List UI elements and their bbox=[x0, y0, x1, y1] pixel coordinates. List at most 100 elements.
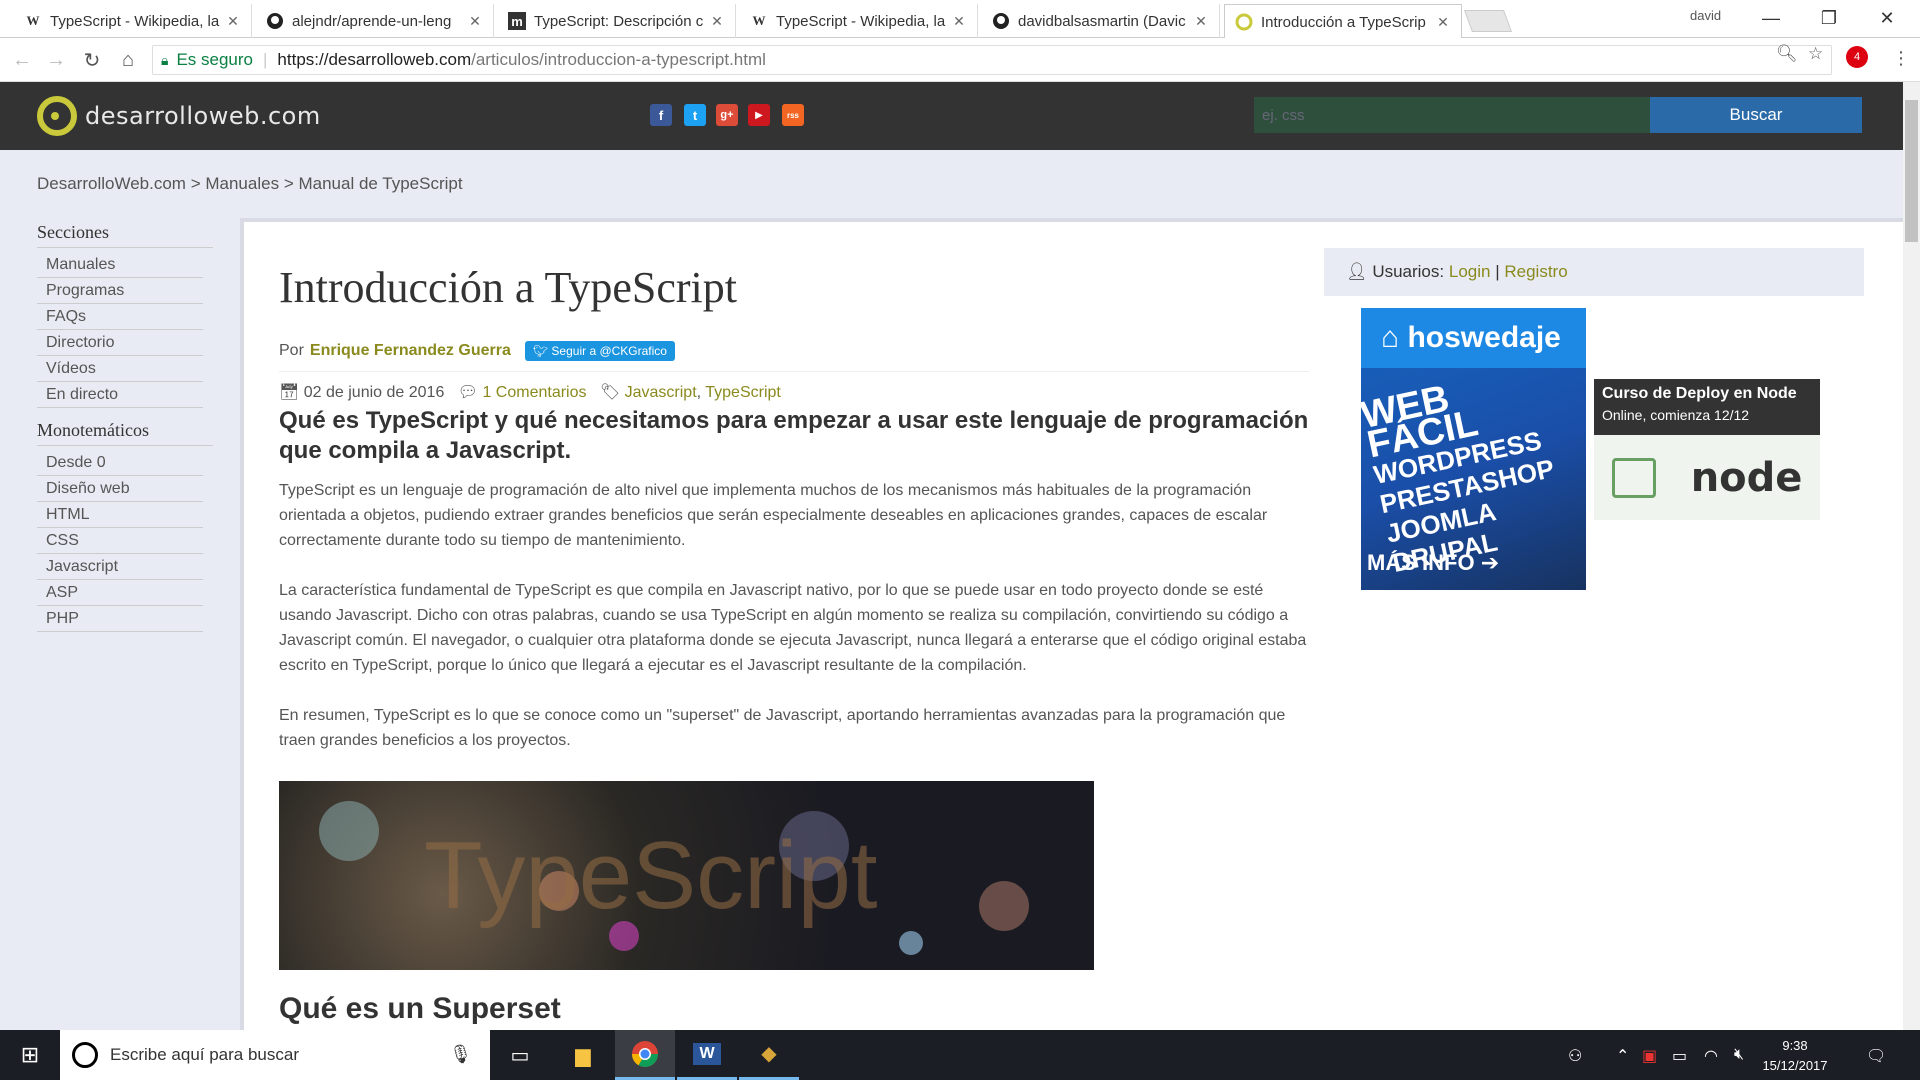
site-search-input[interactable] bbox=[1254, 97, 1650, 133]
windows-start-icon[interactable]: ⊞ bbox=[0, 1030, 60, 1080]
node-course-ad[interactable]: Curso de Deploy en Node Online, comienza… bbox=[1594, 379, 1820, 520]
menu-icon[interactable]: ⋮ bbox=[1892, 48, 1910, 69]
tab-typescript-desc[interactable]: m TypeScript: Descripción c ✕ bbox=[498, 4, 736, 38]
chrome-icon[interactable] bbox=[615, 1030, 675, 1080]
tab-github-user[interactable]: davidbalsasmartin (Davic ✕ bbox=[982, 4, 1220, 38]
site-logo[interactable]: desarrolloweb.com bbox=[37, 96, 321, 136]
tab-github-repo[interactable]: alejndr/aprende-un-leng ✕ bbox=[256, 4, 494, 38]
home-icon[interactable]: ⌂ bbox=[114, 46, 142, 74]
ad-brand: ⌂ hoswedaje bbox=[1361, 308, 1586, 368]
github-icon bbox=[992, 12, 1010, 30]
breadcrumb-separator: > bbox=[190, 174, 206, 193]
comments-link[interactable]: 1 Comentarios bbox=[482, 384, 586, 401]
microphone-icon[interactable]: 🎙︎ bbox=[449, 1044, 472, 1065]
hosting-ad-banner[interactable]: ⌂ hoswedaje WEB FÁCIL WORDPRESS PRESTASH… bbox=[1361, 308, 1586, 590]
tab-title: alejndr/aprende-un-leng bbox=[292, 12, 452, 30]
follow-label: Seguir a @CKGrafico bbox=[551, 344, 667, 358]
twitter-icon[interactable]: t bbox=[684, 104, 706, 126]
system-clock[interactable]: 9:38 15/12/2017 bbox=[1760, 1036, 1830, 1076]
volume-muted-icon[interactable]: 🔇︎ bbox=[1734, 1046, 1744, 1064]
tag-javascript[interactable]: Javascript bbox=[625, 384, 697, 401]
notification-icon[interactable]: 🗨︎ bbox=[1866, 1046, 1886, 1066]
forward-icon[interactable]: → bbox=[42, 46, 70, 74]
zoom-icon[interactable]: 🔍︎ bbox=[1776, 44, 1798, 64]
breadcrumb-home[interactable]: DesarrolloWeb.com bbox=[37, 174, 186, 193]
breadcrumb: DesarrolloWeb.com > Manuales > Manual de… bbox=[37, 174, 463, 194]
breadcrumb-manuales[interactable]: Manuales bbox=[205, 174, 279, 193]
antivirus-icon[interactable]: ▣ bbox=[1642, 1046, 1657, 1066]
ad-lines: WEB FÁCIL WORDPRESS PRESTASHOP JOOMLA DR… bbox=[1361, 358, 1586, 578]
back-icon[interactable]: ← bbox=[8, 46, 36, 74]
article-date: 02 de junio de 2016 bbox=[303, 384, 445, 401]
paragraph: TypeScript es un lenguaje de programació… bbox=[279, 482, 1268, 549]
users-box: 👤︎ Usuarios: Login | Registro bbox=[1324, 248, 1864, 296]
close-icon[interactable]: ✕ bbox=[225, 13, 241, 30]
tab-active-introduccion[interactable]: Introducción a TypeScrip ✕ bbox=[1224, 4, 1462, 39]
close-icon[interactable]: ✕ bbox=[467, 13, 483, 30]
scrollbar-thumb[interactable] bbox=[1905, 100, 1918, 242]
googleplus-icon[interactable]: g+ bbox=[716, 104, 738, 126]
cortana-icon bbox=[72, 1042, 98, 1068]
ad-header: Curso de Deploy en Node Online, comienza… bbox=[1594, 379, 1820, 435]
tag-typescript[interactable]: TypeScript bbox=[705, 384, 781, 401]
sidebar-item-diseno-web[interactable]: Diseño web bbox=[37, 476, 203, 502]
sidebar-item-directorio[interactable]: Directorio bbox=[37, 330, 203, 356]
close-window-icon[interactable]: ✕ bbox=[1864, 4, 1910, 32]
close-icon[interactable]: ✕ bbox=[1435, 14, 1451, 31]
sidebar-item-videos[interactable]: Vídeos bbox=[37, 356, 203, 382]
youtube-icon[interactable]: ▶ bbox=[748, 104, 770, 126]
close-icon[interactable]: ✕ bbox=[951, 13, 967, 30]
by-label: Por bbox=[279, 342, 304, 359]
sidebar-item-javascript[interactable]: Javascript bbox=[37, 554, 203, 580]
author-link[interactable]: Enrique Fernandez Guerra bbox=[310, 342, 511, 360]
ad-subtitle: Online, comienza 12/12 bbox=[1602, 407, 1750, 423]
sidebar-item-faqs[interactable]: FAQs bbox=[37, 304, 203, 330]
tab-title: TypeScript: Descripción c bbox=[534, 12, 704, 30]
bookmark-star-icon[interactable]: ☆ bbox=[1808, 44, 1823, 64]
breadcrumb-manual[interactable]: Manual de TypeScript bbox=[298, 174, 462, 193]
twitter-follow-button[interactable]: 🐦︎ Seguir a @CKGrafico bbox=[524, 341, 675, 361]
search-placeholder: Escribe aquí para buscar bbox=[110, 1045, 299, 1064]
file-explorer-icon[interactable]: ▆ bbox=[553, 1030, 613, 1080]
sidebar-item-php[interactable]: PHP bbox=[37, 606, 203, 632]
ad-more-info[interactable]: MÁS INFO ➔ bbox=[1367, 550, 1499, 576]
sidebar-item-desde-0[interactable]: Desde 0 bbox=[37, 450, 203, 476]
sidebar-item-html[interactable]: HTML bbox=[37, 502, 203, 528]
close-icon[interactable]: ✕ bbox=[1193, 13, 1209, 30]
extension-icon[interactable]: 4 bbox=[1846, 46, 1868, 68]
login-link[interactable]: Login bbox=[1449, 262, 1491, 282]
close-icon[interactable]: ✕ bbox=[709, 13, 725, 30]
battery-icon[interactable]: ▭ bbox=[1672, 1046, 1687, 1066]
restore-icon[interactable]: ❐ bbox=[1806, 4, 1852, 32]
tab-wikipedia-2[interactable]: W TypeScript - Wikipedia, la ✕ bbox=[740, 4, 978, 38]
word-icon[interactable]: W bbox=[677, 1030, 737, 1080]
url-host: https://desarrolloweb.com bbox=[277, 50, 472, 69]
sidebar-item-programas[interactable]: Programas bbox=[37, 278, 203, 304]
chevron-up-icon[interactable]: ⌃ bbox=[1616, 1046, 1629, 1066]
task-view-icon[interactable]: ▭ bbox=[490, 1030, 550, 1080]
address-bar[interactable]: 🔒︎ Es seguro | https://desarrolloweb.com… bbox=[152, 45, 1832, 75]
article-title: Introducción a TypeScript bbox=[279, 263, 737, 312]
search-button[interactable]: Buscar bbox=[1650, 97, 1862, 133]
tag-separator: , bbox=[696, 384, 706, 401]
wifi-icon[interactable]: ◠ bbox=[1704, 1046, 1718, 1066]
desarrolloweb-icon bbox=[1235, 13, 1253, 31]
git-kraken-icon[interactable]: ◆ bbox=[739, 1030, 799, 1080]
tab-wikipedia-1[interactable]: W TypeScript - Wikipedia, la ✕ bbox=[14, 4, 252, 38]
people-icon[interactable]: ⚇ bbox=[1568, 1046, 1582, 1066]
rss-icon[interactable]: rss bbox=[782, 104, 804, 126]
ad-body: node bbox=[1594, 435, 1820, 520]
facebook-icon[interactable]: f bbox=[650, 104, 672, 126]
new-tab-button[interactable] bbox=[1463, 10, 1513, 32]
wikipedia-icon: W bbox=[26, 13, 40, 28]
reload-icon[interactable]: ↻ bbox=[78, 46, 106, 74]
medium-icon: m bbox=[508, 12, 526, 30]
sidebar-item-manuales[interactable]: Manuales bbox=[37, 252, 203, 278]
minimize-icon[interactable]: — bbox=[1748, 4, 1794, 32]
sidebar-item-asp[interactable]: ASP bbox=[37, 580, 203, 606]
sidebar-item-css[interactable]: CSS bbox=[37, 528, 203, 554]
sidebar-item-en-directo[interactable]: En directo bbox=[37, 382, 203, 408]
taskbar-search[interactable]: Escribe aquí para buscar 🎙︎ bbox=[60, 1030, 490, 1080]
register-link[interactable]: Registro bbox=[1504, 262, 1567, 282]
profile-name[interactable]: david bbox=[1690, 8, 1721, 23]
